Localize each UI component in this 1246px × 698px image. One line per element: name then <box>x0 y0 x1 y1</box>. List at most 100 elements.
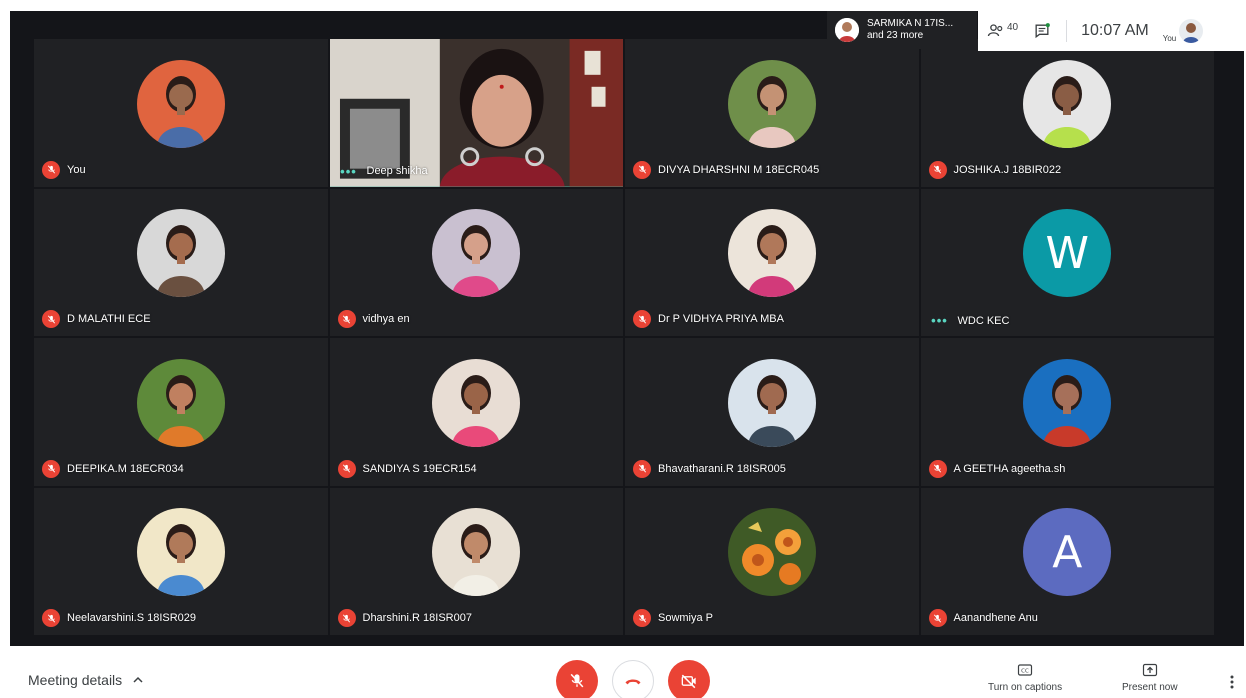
participant-avatar <box>727 59 816 148</box>
participant-tile[interactable]: JOSHIKA.J 18BIR022 <box>920 39 1214 187</box>
participant-name-row: Dharshini.R 18ISR007 <box>337 609 472 627</box>
participant-avatar <box>1023 358 1112 447</box>
present-icon <box>1142 663 1157 677</box>
participant-count: 40 <box>1007 21 1019 33</box>
muted-indicator <box>633 160 651 179</box>
participant-tile[interactable]: DIVYA DHARSHNI M 18ECR045 <box>625 39 919 187</box>
top-status-bar: 40 10:07 AM You <box>978 11 1244 51</box>
participant-tile[interactable]: vidhya en <box>329 188 623 336</box>
present-label: Present now <box>1122 682 1178 693</box>
participant-name-row: Bhavatharani.R 18ISR005 <box>633 459 786 478</box>
audio-activity-icon: ••• <box>931 313 948 328</box>
muted-indicator <box>633 609 651 627</box>
svg-text:CC: CC <box>1021 669 1029 675</box>
participant-name: Deep shikha <box>366 165 428 177</box>
muted-indicator <box>928 160 947 179</box>
muted-indicator <box>928 459 947 478</box>
participant-tile[interactable]: Bhavatharani.R 18ISR005 <box>625 338 919 486</box>
participant-name: Dr P VIDHYA PRIYA MBA <box>658 313 784 325</box>
presenter-chip-text: SARMIKA N 17IS... and 23 more <box>867 18 953 42</box>
participant-tile[interactable]: D MALATHI ECE <box>34 188 328 336</box>
participant-name: Sowmiya P <box>658 612 714 624</box>
participant-name-row: DIVYA DHARSHNI M 18ECR045 <box>633 160 820 179</box>
more-vert-icon <box>1230 675 1234 689</box>
participant-tile[interactable]: DEEPIKA.M 18ECR034 <box>34 338 328 486</box>
mic-off-icon <box>47 614 55 622</box>
participant-grid: You ••• Deep shikha DIVYA DHARSHNI M 18ECR0… <box>34 39 1214 635</box>
muted-indicator <box>633 459 651 478</box>
participant-tile[interactable]: Dharshini.R 18ISR007 <box>329 487 623 635</box>
participant-avatar <box>727 358 816 447</box>
participant-name-row: ••• Deep shikha <box>338 163 428 179</box>
muted-indicator <box>42 459 60 478</box>
muted-indicator <box>337 609 356 627</box>
participant-name-row: Dr P VIDHYA PRIYA MBA <box>633 310 784 328</box>
participant-tile[interactable]: Dr P VIDHYA PRIYA MBA <box>625 188 919 336</box>
mic-off-icon <box>638 464 646 473</box>
participant-avatar: W <box>1023 209 1112 298</box>
muted-indicator <box>42 160 60 179</box>
participant-tile[interactable]: Sowmiya P <box>625 487 919 635</box>
bottom-control-bar: Meeting details CC Turn on captions Pres… <box>0 646 1246 698</box>
participant-name-row: You <box>42 160 86 179</box>
participant-avatar <box>727 209 816 298</box>
participant-avatar <box>136 508 225 597</box>
participant-name: JOSHIKA.J 18BIR022 <box>953 163 1062 176</box>
avatar-initial: A <box>1052 526 1083 578</box>
participant-tile[interactable]: A GEETHA ageetha.sh <box>920 338 1214 486</box>
participant-tile[interactable]: W ••• WDC KEC <box>920 188 1214 336</box>
participant-name-row: SANDIYA S 19ECR154 <box>337 459 477 478</box>
participant-tile[interactable]: SANDIYA S 19ECR154 <box>329 338 623 486</box>
participant-name-row: vidhya en <box>337 310 410 328</box>
mic-off-icon <box>933 614 942 622</box>
mic-off-icon <box>342 614 351 622</box>
participant-avatar <box>727 508 816 597</box>
participant-tile[interactable]: You <box>34 39 328 187</box>
hang-up-icon <box>625 679 641 685</box>
leave-call-button[interactable] <box>612 660 654 698</box>
meet-window: You ••• Deep shikha DIVYA DHARSHNI M 18ECR0… <box>0 0 1246 698</box>
participant-name: A GEETHA ageetha.sh <box>953 462 1066 475</box>
captions-button[interactable]: CC Turn on captions <box>988 662 1062 693</box>
participant-name: WDC KEC <box>957 314 1010 327</box>
more-options-button[interactable] <box>1226 670 1238 694</box>
camera-off-icon <box>681 674 696 689</box>
meeting-details-button[interactable]: Meeting details <box>28 672 144 688</box>
people-button[interactable]: 40 <box>986 21 1018 41</box>
participant-name-row: JOSHIKA.J 18BIR022 <box>928 160 1062 179</box>
mic-off-icon <box>342 464 351 473</box>
participant-name-row: ••• WDC KEC <box>929 313 1010 328</box>
participant-avatar: A <box>1023 508 1112 597</box>
captions-icon: CC <box>1017 664 1033 676</box>
mic-off-icon <box>47 165 55 174</box>
self-avatar <box>1179 19 1204 43</box>
presenter-chip[interactable]: SARMIKA N 17IS... and 23 more <box>827 11 977 49</box>
mic-off-icon <box>47 464 55 473</box>
microphone-toggle-button[interactable] <box>556 660 598 698</box>
participant-name: DIVYA DHARSHNI M 18ECR045 <box>658 163 820 176</box>
self-label: You <box>1162 34 1177 43</box>
clock: 10:07 AM <box>1081 22 1149 39</box>
participant-name-row: Sowmiya P <box>633 609 713 627</box>
muted-indicator <box>337 310 356 328</box>
camera-toggle-button[interactable] <box>668 660 710 698</box>
participant-name: D MALATHI ECE <box>67 313 151 325</box>
participant-tile[interactable]: A Aanandhene Anu <box>920 487 1214 635</box>
muted-indicator <box>633 310 651 328</box>
presenter-avatar <box>835 18 859 42</box>
participant-name: Dharshini.R 18ISR007 <box>362 612 472 624</box>
present-now-button[interactable]: Present now <box>1122 662 1178 693</box>
chat-button[interactable] <box>1032 21 1052 41</box>
self-chip[interactable]: You <box>1163 19 1204 43</box>
participant-name-row: Neelavarshini.S 18ISR029 <box>42 609 196 627</box>
participant-avatar <box>432 209 521 298</box>
participant-tile[interactable]: ••• Deep shikha <box>329 39 623 187</box>
participant-name-row: DEEPIKA.M 18ECR034 <box>42 459 184 478</box>
people-icon <box>987 24 1003 37</box>
participant-name-row: Aanandhene Anu <box>928 609 1038 627</box>
muted-indicator <box>42 310 60 328</box>
participant-tile[interactable]: Neelavarshini.S 18ISR029 <box>34 487 328 635</box>
participant-name: vidhya en <box>362 313 410 325</box>
muted-indicator <box>42 609 60 627</box>
audio-activity-icon: ••• <box>340 163 357 179</box>
